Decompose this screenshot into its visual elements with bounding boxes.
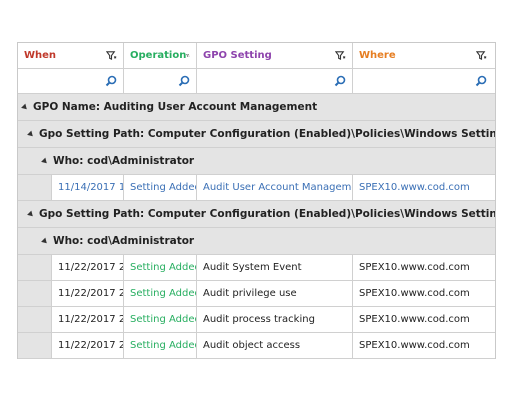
table-row[interactable]: 11/14/2017 11... Setting Added Audit Use…	[18, 175, 495, 201]
cell-where: SPEX10.www.cod.com	[359, 262, 470, 273]
indent-spacer	[18, 307, 52, 332]
search-icon[interactable]	[178, 75, 190, 87]
column-label-operation: Operation	[130, 50, 187, 61]
filter-funnel-icon[interactable]	[335, 50, 346, 61]
indent-spacer	[18, 255, 52, 280]
header-row: When Operation GPO Setting Where	[18, 42, 495, 69]
cell-where: SPEX10.www.cod.com	[359, 314, 470, 325]
indent-spacer	[18, 175, 52, 200]
filter-funnel-icon[interactable]	[476, 50, 487, 61]
column-label-where: Where	[359, 50, 396, 61]
column-header-when[interactable]: When	[18, 43, 124, 68]
search-icon[interactable]	[475, 75, 487, 87]
table-row[interactable]: 11/22/2017 2... Setting Added Audit priv…	[18, 281, 495, 307]
cell-where: SPEX10.www.cod.com	[359, 340, 470, 351]
cell-when: 11/14/2017 11...	[52, 175, 124, 200]
cell-operation: Setting Added	[124, 307, 197, 332]
collapse-triangle-icon[interactable]	[41, 237, 49, 245]
table-row[interactable]: 11/22/2017 2... Setting Added Audit obje…	[18, 333, 495, 359]
column-header-where[interactable]: Where	[353, 43, 493, 68]
indent-spacer	[18, 333, 52, 358]
cell-operation: Setting Added	[124, 175, 197, 200]
filter-cell-operation[interactable]	[124, 69, 197, 93]
cell-gpo-setting: Audit User Account Management	[197, 175, 353, 200]
cell-gpo-setting: Audit object access	[197, 333, 353, 358]
search-icon[interactable]	[105, 75, 117, 87]
cell-when: 11/22/2017 2...	[52, 281, 124, 306]
cell-operation: Setting Added	[124, 255, 197, 280]
group-label: Gpo Setting Path: Computer Configuration…	[39, 128, 495, 140]
filter-funnel-icon[interactable]	[186, 50, 190, 61]
collapse-triangle-icon[interactable]	[27, 210, 35, 218]
filter-row	[18, 69, 495, 94]
group-label: Gpo Setting Path: Computer Configuration…	[39, 208, 495, 220]
cell-operation: Setting Added	[124, 281, 197, 306]
column-header-operation[interactable]: Operation	[124, 43, 197, 68]
column-label-when: When	[24, 50, 57, 61]
group-header-setting-path[interactable]: Gpo Setting Path: Computer Configuration…	[18, 121, 495, 148]
collapse-triangle-icon[interactable]	[27, 130, 35, 138]
table-row[interactable]: 11/22/2017 2... Setting Added Audit Syst…	[18, 255, 495, 281]
group-header-who[interactable]: Who: cod\Administrator	[18, 228, 495, 255]
cell-gpo-setting: Audit System Event	[197, 255, 353, 280]
column-label-gpo-setting: GPO Setting	[203, 50, 272, 61]
cell-when: 11/22/2017 2...	[52, 307, 124, 332]
search-icon[interactable]	[334, 75, 346, 87]
indent-spacer	[18, 281, 52, 306]
group-label: GPO Name: Auditing User Account Manageme…	[33, 101, 318, 113]
audit-grid: When Operation GPO Setting Where GPO Nam…	[17, 42, 496, 359]
group-header-setting-path[interactable]: Gpo Setting Path: Computer Configuration…	[18, 201, 495, 228]
cell-where: SPEX10.www.cod.com	[359, 182, 470, 193]
cell-gpo-setting: Audit process tracking	[197, 307, 353, 332]
collapse-triangle-icon[interactable]	[41, 157, 49, 165]
cell-where: SPEX10.www.cod.com	[359, 288, 470, 299]
column-header-gpo-setting[interactable]: GPO Setting	[197, 43, 353, 68]
cell-operation: Setting Added	[124, 333, 197, 358]
filter-cell-when[interactable]	[18, 69, 124, 93]
group-header-gpo-name[interactable]: GPO Name: Auditing User Account Manageme…	[18, 94, 495, 121]
cell-when: 11/22/2017 2...	[52, 333, 124, 358]
cell-when: 11/22/2017 2...	[52, 255, 124, 280]
group-label: Who: cod\Administrator	[53, 155, 195, 167]
cell-gpo-setting: Audit privilege use	[197, 281, 353, 306]
filter-cell-gpo-setting[interactable]	[197, 69, 353, 93]
table-row[interactable]: 11/22/2017 2... Setting Added Audit proc…	[18, 307, 495, 333]
group-header-who[interactable]: Who: cod\Administrator	[18, 148, 495, 175]
filter-cell-where[interactable]	[353, 69, 493, 93]
filter-funnel-icon[interactable]	[106, 50, 117, 61]
collapse-triangle-icon[interactable]	[21, 103, 29, 111]
group-label: Who: cod\Administrator	[53, 235, 195, 247]
